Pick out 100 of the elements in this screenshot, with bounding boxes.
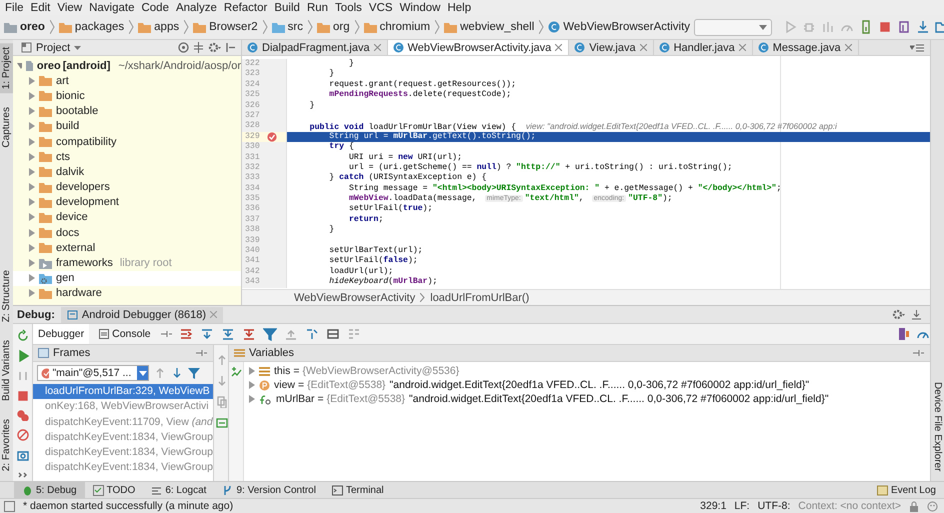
file-tab[interactable]: Message.java	[752, 40, 859, 55]
settings-icon[interactable]	[892, 309, 905, 320]
tree-item[interactable]: build	[56, 120, 80, 132]
filter-icon[interactable]	[188, 367, 200, 379]
menu-item[interactable]: Edit	[28, 2, 54, 14]
breadcrumb-item[interactable]: packages	[74, 21, 124, 33]
step-into-icon[interactable]	[220, 327, 235, 341]
menu-item[interactable]: VCS	[366, 2, 397, 14]
tool-window-tab[interactable]: Terminal	[324, 482, 392, 498]
table-icon[interactable]	[326, 327, 340, 341]
file-tab[interactable]: DialpadFragment.java	[242, 40, 388, 55]
run-config-dropdown[interactable]	[694, 18, 772, 36]
breadcrumb-item[interactable]: webview_shell	[460, 21, 534, 33]
session-tab[interactable]: Android Debugger (8618)	[60, 306, 224, 322]
close-icon[interactable]	[640, 44, 647, 51]
download-icon[interactable]	[916, 20, 930, 34]
tool-window-tab[interactable]: 2: Favorites	[0, 414, 13, 475]
breadcrumb-item[interactable]: WebViewBrowserActivity	[294, 292, 416, 304]
rerun-icon[interactable]	[16, 329, 30, 342]
pin-icon[interactable]	[913, 350, 924, 356]
menu-item[interactable]: Help	[444, 2, 476, 14]
breadcrumb-item[interactable]: oreo	[20, 21, 45, 33]
pin-icon[interactable]	[196, 350, 207, 356]
hide-icon[interactable]	[225, 42, 236, 53]
breadcrumb-item[interactable]: loadUrlFromUrlBar()	[430, 292, 530, 304]
minimize-icon[interactable]	[911, 309, 922, 320]
run-to-cursor-icon[interactable]	[304, 327, 319, 341]
debugger-tab[interactable]: Console	[94, 324, 156, 344]
breadcrumb-item[interactable]: WebViewBrowserActivity	[563, 21, 690, 33]
panel-title[interactable]: Project	[36, 42, 70, 54]
up-arrow-icon[interactable]	[154, 367, 166, 379]
tree-item[interactable]: bionic	[56, 90, 85, 102]
tree-item[interactable]: device	[56, 211, 88, 224]
breakpoint-icon[interactable]	[266, 132, 277, 142]
breadcrumb-item[interactable]: src	[288, 21, 304, 33]
menu-item[interactable]: Analyze	[172, 2, 221, 14]
filter-icon[interactable]	[262, 327, 277, 341]
inspector-icon[interactable]	[927, 500, 938, 512]
breadcrumb-item[interactable]: Browser2	[209, 21, 258, 33]
menu-item[interactable]: Build	[271, 2, 304, 14]
menu-item[interactable]: Window	[396, 2, 444, 14]
tree-item[interactable]: hardware	[56, 287, 102, 300]
tree-item[interactable]: frameworks	[56, 257, 113, 270]
tool-window-tab[interactable]: 9: Version Control	[214, 482, 324, 498]
menu-item[interactable]: Navigate	[86, 2, 138, 14]
tree-item[interactable]: oreo	[36, 60, 61, 72]
tree-item[interactable]: development	[56, 196, 119, 208]
target-icon[interactable]	[178, 42, 189, 53]
close-icon[interactable]	[374, 44, 381, 51]
close-icon[interactable]	[210, 311, 218, 318]
breakpoints-icon[interactable]	[16, 408, 30, 422]
tool-window-tab[interactable]: 5: Debug	[14, 482, 85, 498]
tool-window-tab[interactable]: Build Variants	[0, 336, 13, 405]
menu-item[interactable]: View	[54, 2, 86, 14]
pin-icon[interactable]	[160, 331, 172, 337]
settings-icon[interactable]	[208, 42, 221, 53]
breadcrumb-item[interactable]: apps	[154, 21, 180, 33]
down-arrow-icon[interactable]	[171, 367, 183, 379]
mute-breakpoints-icon[interactable]	[16, 428, 30, 442]
menu-item[interactable]: Run	[304, 2, 332, 14]
step-over-icon[interactable]	[200, 327, 214, 341]
tool-window-tab[interactable]: 1: Project	[0, 43, 13, 94]
tree-item[interactable]: gen	[56, 272, 74, 284]
close-icon[interactable]	[844, 44, 852, 51]
line-separator[interactable]: LF:	[734, 500, 750, 512]
tree-item[interactable]: bootable	[56, 105, 98, 118]
tool-window-tab[interactable]: TODO	[84, 482, 144, 498]
file-tab[interactable]: View.java	[569, 40, 654, 55]
tool-window-tab[interactable]: Z: Structure	[0, 266, 13, 326]
tree-item[interactable]: art	[56, 74, 69, 87]
close-icon[interactable]	[738, 44, 746, 51]
menu-item[interactable]: Tools	[332, 2, 366, 14]
breadcrumb-item[interactable]: org	[333, 21, 350, 33]
file-encoding[interactable]: UTF-8:	[758, 500, 790, 512]
tree-item[interactable]: developers	[56, 181, 110, 194]
file-tab[interactable]: Handler.java	[654, 40, 753, 55]
file-tab[interactable]: WebViewBrowserActivity.java	[388, 40, 570, 55]
stack-frame[interactable]: loadUrlFromUrlBar:329, WebViewB	[33, 384, 213, 400]
add-watch-icon[interactable]	[230, 366, 242, 378]
tool-window-tab[interactable]: Captures	[0, 103, 13, 152]
tree-item[interactable]: dalvik	[56, 166, 84, 178]
lock-icon[interactable]	[909, 500, 919, 512]
tree-item[interactable]: compatibility	[56, 136, 117, 148]
tree-item[interactable]: cts	[56, 150, 70, 163]
tree-item[interactable]: docs	[56, 226, 80, 239]
breadcrumb-item[interactable]: chromium	[380, 21, 430, 33]
tab-list-icon[interactable]	[910, 44, 924, 52]
force-step-into-icon[interactable]	[242, 327, 256, 341]
menu-item[interactable]: Code	[138, 2, 173, 14]
close-icon[interactable]	[555, 44, 562, 51]
stop-icon[interactable]	[878, 20, 892, 34]
event-log-tab[interactable]: Event Log	[868, 482, 944, 498]
panel-toggle-icon[interactable]	[4, 500, 15, 512]
execution-point-icon[interactable]	[178, 327, 193, 341]
menu-item[interactable]: Refactor	[220, 2, 272, 14]
menu-item[interactable]: File	[2, 2, 28, 14]
stop-icon[interactable]	[16, 388, 30, 402]
expand-arrow-icon[interactable]	[17, 62, 22, 70]
tool-window-tab[interactable]: 6: Logcat	[143, 482, 214, 498]
thread-dropdown[interactable]: "main"@5,517 ...	[37, 365, 149, 381]
